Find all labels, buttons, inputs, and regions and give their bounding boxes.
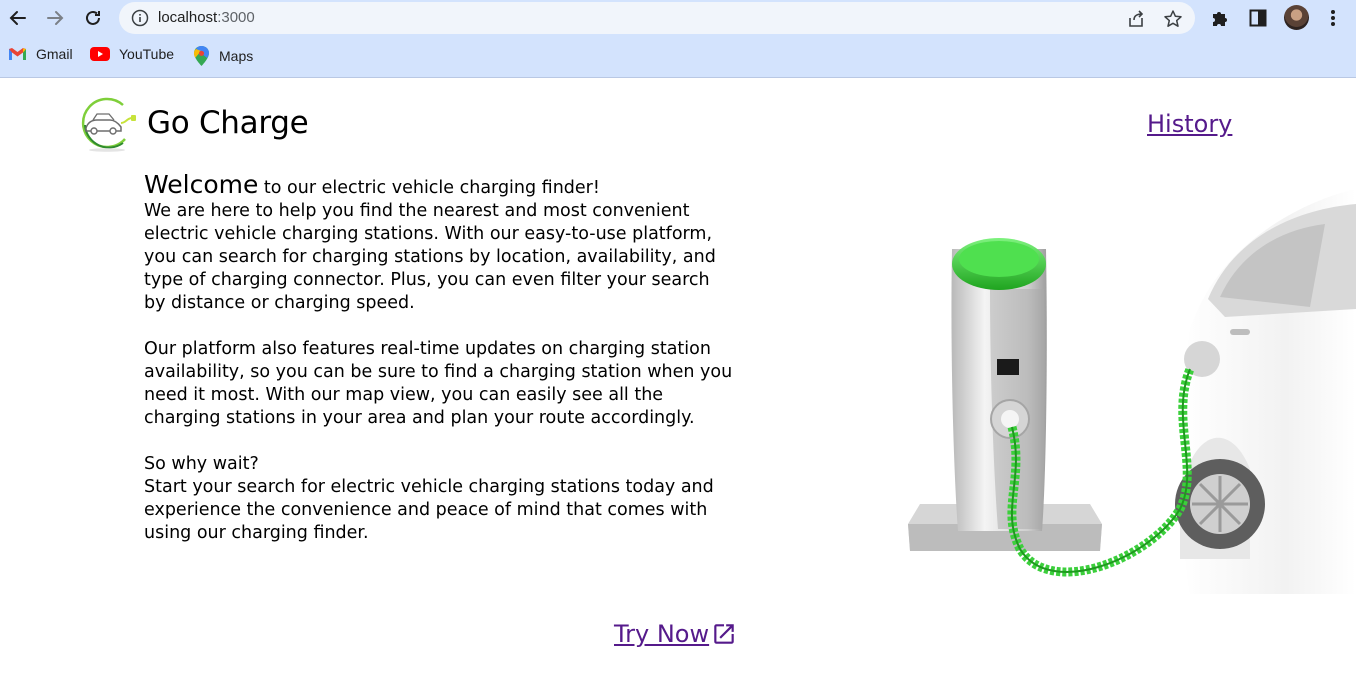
extensions-button[interactable]	[1208, 6, 1232, 30]
intro-paragraph-2: Our platform also features real-time upd…	[144, 339, 733, 428]
intro-paragraph-3b: Start your search for electric vehicle c…	[144, 477, 714, 543]
ev-charger-illustration	[908, 189, 1356, 594]
side-panel-icon	[1249, 9, 1267, 27]
external-link-icon	[714, 624, 734, 644]
intro-paragraph-3a: So why wait?	[144, 454, 259, 474]
bookmark-label: Maps	[219, 48, 254, 64]
side-panel-button[interactable]	[1246, 6, 1270, 30]
bookmark-gmail[interactable]: Gmail	[8, 46, 73, 62]
star-icon	[1164, 10, 1182, 27]
try-now-link[interactable]: Try Now	[614, 620, 737, 648]
reload-icon	[86, 10, 100, 25]
bookmark-label: YouTube	[119, 46, 175, 62]
forward-arrow-icon	[47, 11, 64, 25]
site-info-icon[interactable]	[131, 9, 149, 27]
welcome-word: Welcome	[144, 170, 259, 199]
welcome-rest: to our electric vehicle charging finder!	[258, 178, 600, 198]
maps-icon	[194, 46, 209, 66]
bookmark-star-button[interactable]	[1162, 8, 1184, 30]
puzzle-icon	[1213, 12, 1227, 26]
intro-paragraph-1: We are here to help you find the nearest…	[144, 201, 716, 313]
intro-text: Welcome to our electric vehicle charging…	[144, 170, 734, 545]
brand-title: Go Charge	[147, 105, 309, 141]
go-charge-logo	[81, 97, 136, 152]
reload-button[interactable]	[80, 5, 106, 31]
history-link[interactable]: History	[1147, 110, 1232, 138]
forward-button[interactable]	[42, 5, 68, 31]
try-now-label: Try Now	[614, 620, 710, 648]
back-button[interactable]	[5, 5, 31, 31]
browser-chrome: localhost:3000 Gmail YouTube Maps	[0, 0, 1356, 78]
url-text[interactable]: localhost:3000	[158, 9, 255, 26]
bookmarks-bar: Gmail YouTube Maps	[0, 40, 1356, 70]
url-port: :3000	[217, 9, 255, 26]
welcome-line: Welcome to our electric vehicle charging…	[144, 170, 734, 200]
page-content: Go Charge History Welcome to our electri…	[0, 79, 1356, 683]
bookmark-maps[interactable]: Maps	[193, 46, 253, 66]
youtube-icon	[90, 47, 110, 61]
back-arrow-icon	[9, 11, 26, 25]
kebab-menu-icon	[1331, 10, 1335, 26]
share-icon	[1129, 10, 1144, 27]
bookmark-youtube[interactable]: YouTube	[90, 46, 174, 62]
browser-menu-button[interactable]	[1321, 6, 1345, 30]
share-button[interactable]	[1125, 8, 1147, 30]
gmail-icon	[9, 48, 26, 60]
browser-toolbar: localhost:3000	[0, 0, 1356, 36]
bookmark-label: Gmail	[36, 46, 73, 62]
url-host: localhost	[158, 9, 218, 26]
profile-avatar[interactable]	[1284, 5, 1309, 30]
address-bar[interactable]: localhost:3000	[119, 2, 1195, 34]
